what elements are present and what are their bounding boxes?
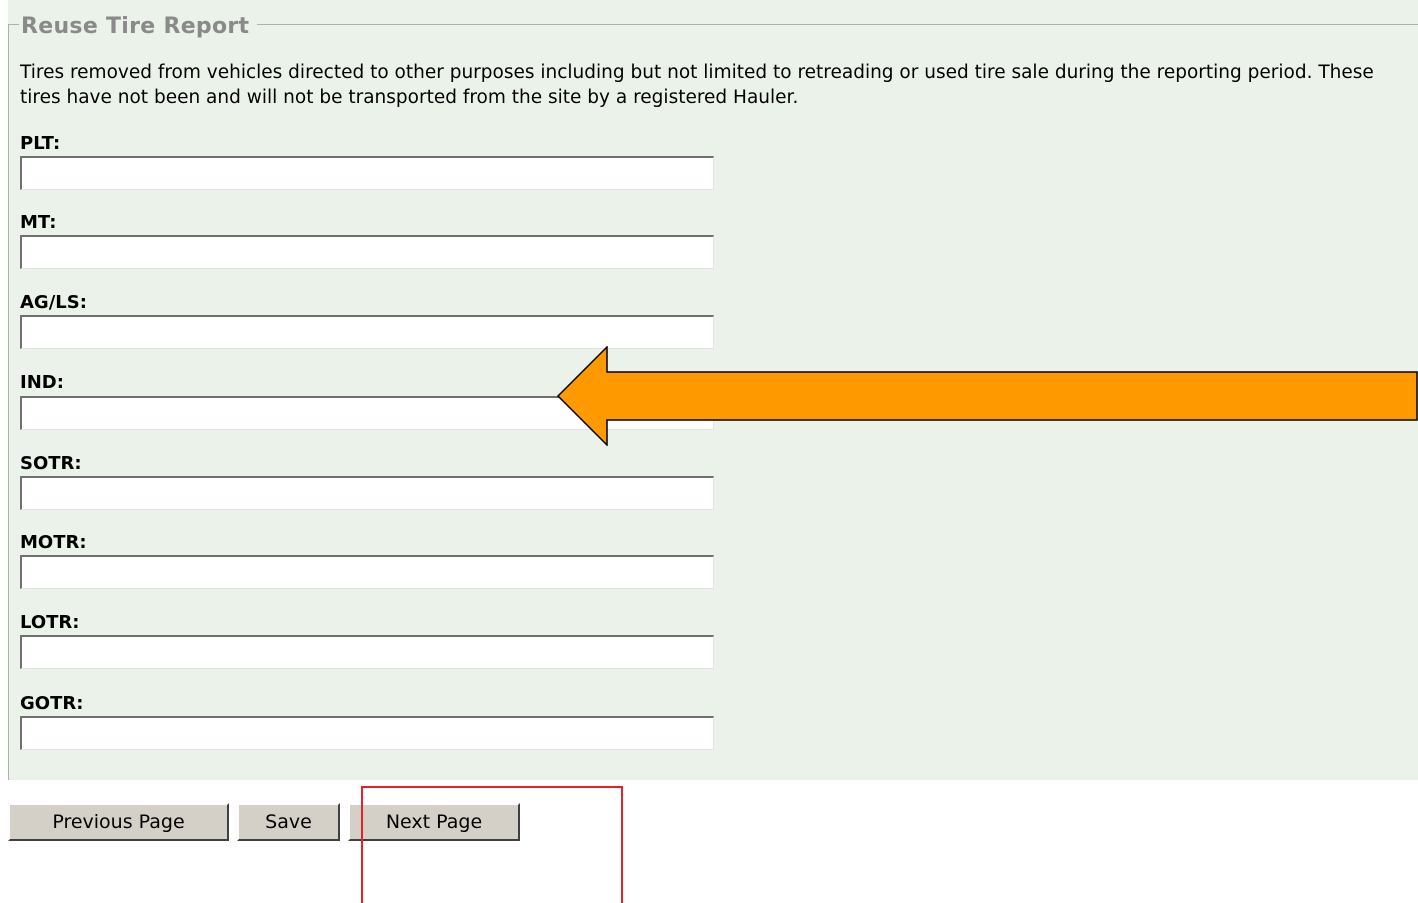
field-label-ag-ls: AG/LS: bbox=[20, 292, 87, 313]
previous-page-button[interactable]: Previous Page bbox=[8, 803, 229, 841]
form-description: Tires removed from vehicles directed to … bbox=[20, 62, 1374, 108]
next-page-highlight-box bbox=[361, 786, 623, 903]
motr-input[interactable] bbox=[20, 555, 714, 589]
ag-ls-input[interactable] bbox=[20, 315, 714, 349]
left-arrow-annotation bbox=[556, 346, 1418, 446]
field-label-lotr: LOTR: bbox=[20, 612, 80, 633]
fieldset-border-left bbox=[8, 24, 9, 780]
field-label-motr: MOTR: bbox=[20, 532, 87, 553]
gotr-input[interactable] bbox=[20, 716, 714, 750]
field-label-sotr: SOTR: bbox=[20, 453, 82, 474]
field-label-gotr: GOTR: bbox=[20, 693, 84, 714]
arrow-shape bbox=[556, 346, 1418, 446]
field-label-ind: IND: bbox=[20, 372, 64, 393]
field-label-plt: PLT: bbox=[20, 133, 61, 154]
mt-input[interactable] bbox=[20, 235, 714, 269]
sotr-input[interactable] bbox=[20, 476, 714, 510]
field-label-mt: MT: bbox=[20, 212, 57, 233]
save-button[interactable]: Save bbox=[237, 803, 340, 841]
fieldset-legend: Reuse Tire Report bbox=[19, 13, 258, 41]
lotr-input[interactable] bbox=[20, 635, 714, 669]
plt-input[interactable] bbox=[20, 156, 714, 190]
